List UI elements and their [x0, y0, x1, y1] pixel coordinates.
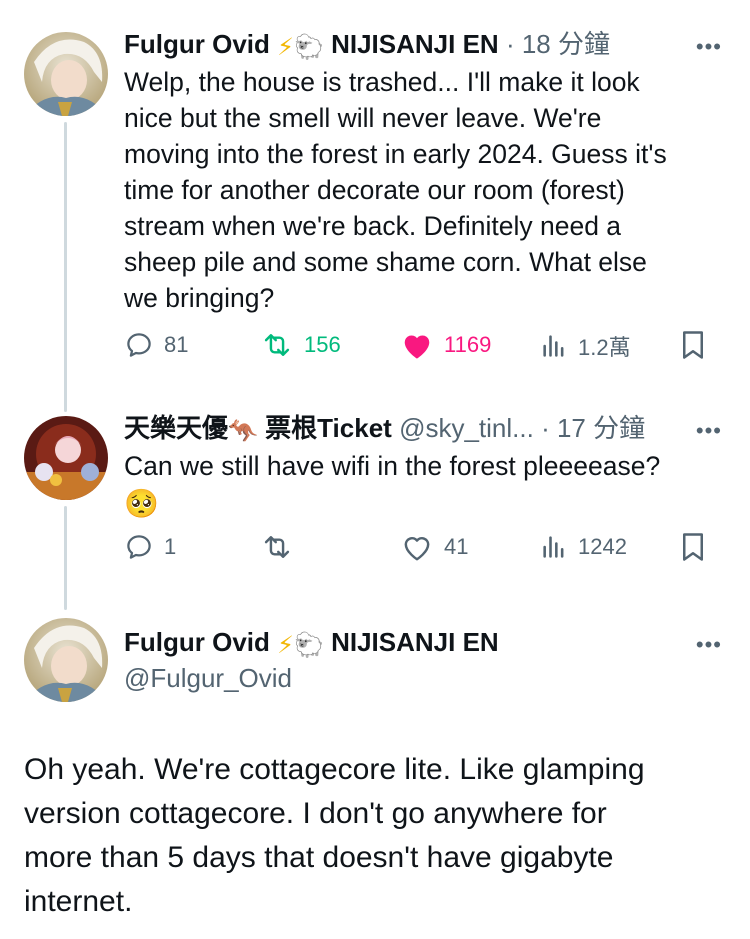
ticket-label: 票根Ticket	[265, 413, 392, 443]
affiliation-label: NIJISANJI EN	[331, 29, 499, 59]
reply-button[interactable]: 81	[124, 330, 188, 360]
bookmark-button[interactable]	[680, 532, 706, 562]
repost-button[interactable]: 156	[260, 330, 341, 360]
more-icon[interactable]: •••	[696, 632, 722, 658]
bookmark-button[interactable]	[680, 330, 706, 360]
like-count: 41	[444, 534, 469, 559]
tweet-text: Welp, the house is trashed... I'll make …	[124, 67, 667, 313]
reply-icon	[127, 333, 151, 357]
like-count: 1169	[444, 332, 492, 357]
like-button[interactable]: 41	[400, 532, 468, 562]
timestamp[interactable]: · 18 分鐘	[506, 29, 610, 59]
pleading-face-emoji: 🥺	[124, 487, 159, 520]
tweet-text: Oh yeah. We're cottagecore lite. Like gl…	[24, 753, 645, 918]
views-icon	[543, 536, 564, 558]
reply-icon	[127, 535, 151, 559]
bookmark-icon	[683, 331, 703, 359]
views-button[interactable]: 1.2萬	[540, 330, 631, 362]
thread-line	[64, 122, 67, 412]
heart-icon	[404, 537, 430, 561]
handle[interactable]: @Fulgur_Ovid	[124, 662, 292, 694]
views-button[interactable]: 1242	[540, 532, 627, 562]
heart-icon	[404, 335, 430, 359]
display-name[interactable]: 天樂天優	[124, 413, 228, 443]
view-count: 1.2萬	[578, 335, 631, 360]
handle[interactable]: @sky_tinl...	[399, 413, 534, 443]
avatar[interactable]	[24, 618, 108, 702]
reply-count: 81	[164, 332, 189, 357]
view-count: 1242	[578, 534, 627, 559]
tweet-header: 天樂天優🦘 票根Ticket @sky_tinl... · 17 分鐘	[124, 412, 645, 447]
like-button[interactable]: 1169	[400, 330, 491, 360]
kangaroo-emoji: 🦘	[228, 417, 258, 445]
reply-button[interactable]: 1	[124, 532, 176, 562]
bookmark-icon	[683, 533, 703, 561]
more-icon[interactable]: •••	[696, 34, 722, 60]
action-bar: 81 156 1169 1.2萬	[124, 330, 724, 366]
lightning-sheep-emoji: ⚡🐑	[277, 631, 324, 659]
avatar[interactable]	[24, 416, 108, 500]
lightning-sheep-emoji: ⚡🐑	[277, 33, 324, 61]
affiliation-label: NIJISANJI EN	[331, 627, 499, 657]
avatar[interactable]	[24, 32, 108, 116]
tweet-text-content: Can we still have wifi in the forest ple…	[124, 451, 661, 481]
action-bar: 1 41 1242	[124, 532, 724, 568]
display-name[interactable]: Fulgur Ovid	[124, 627, 270, 657]
repost-icon	[264, 536, 290, 558]
timestamp[interactable]: · 17 分鐘	[541, 413, 645, 443]
display-name[interactable]: Fulgur Ovid	[124, 29, 270, 59]
tweet-text: Can we still have wifi in the forest ple…	[124, 448, 724, 522]
tweet-header: Fulgur Ovid ⚡🐑 NIJISANJI EN	[124, 626, 499, 661]
thread-line	[64, 506, 67, 610]
repost-icon	[264, 334, 290, 356]
reply-count: 1	[164, 534, 177, 559]
views-icon	[543, 335, 564, 357]
repost-count: 156	[304, 332, 341, 357]
more-icon[interactable]: •••	[696, 418, 722, 444]
repost-button[interactable]	[260, 532, 294, 562]
tweet-header: Fulgur Ovid ⚡🐑 NIJISANJI EN · 18 分鐘	[124, 28, 610, 63]
